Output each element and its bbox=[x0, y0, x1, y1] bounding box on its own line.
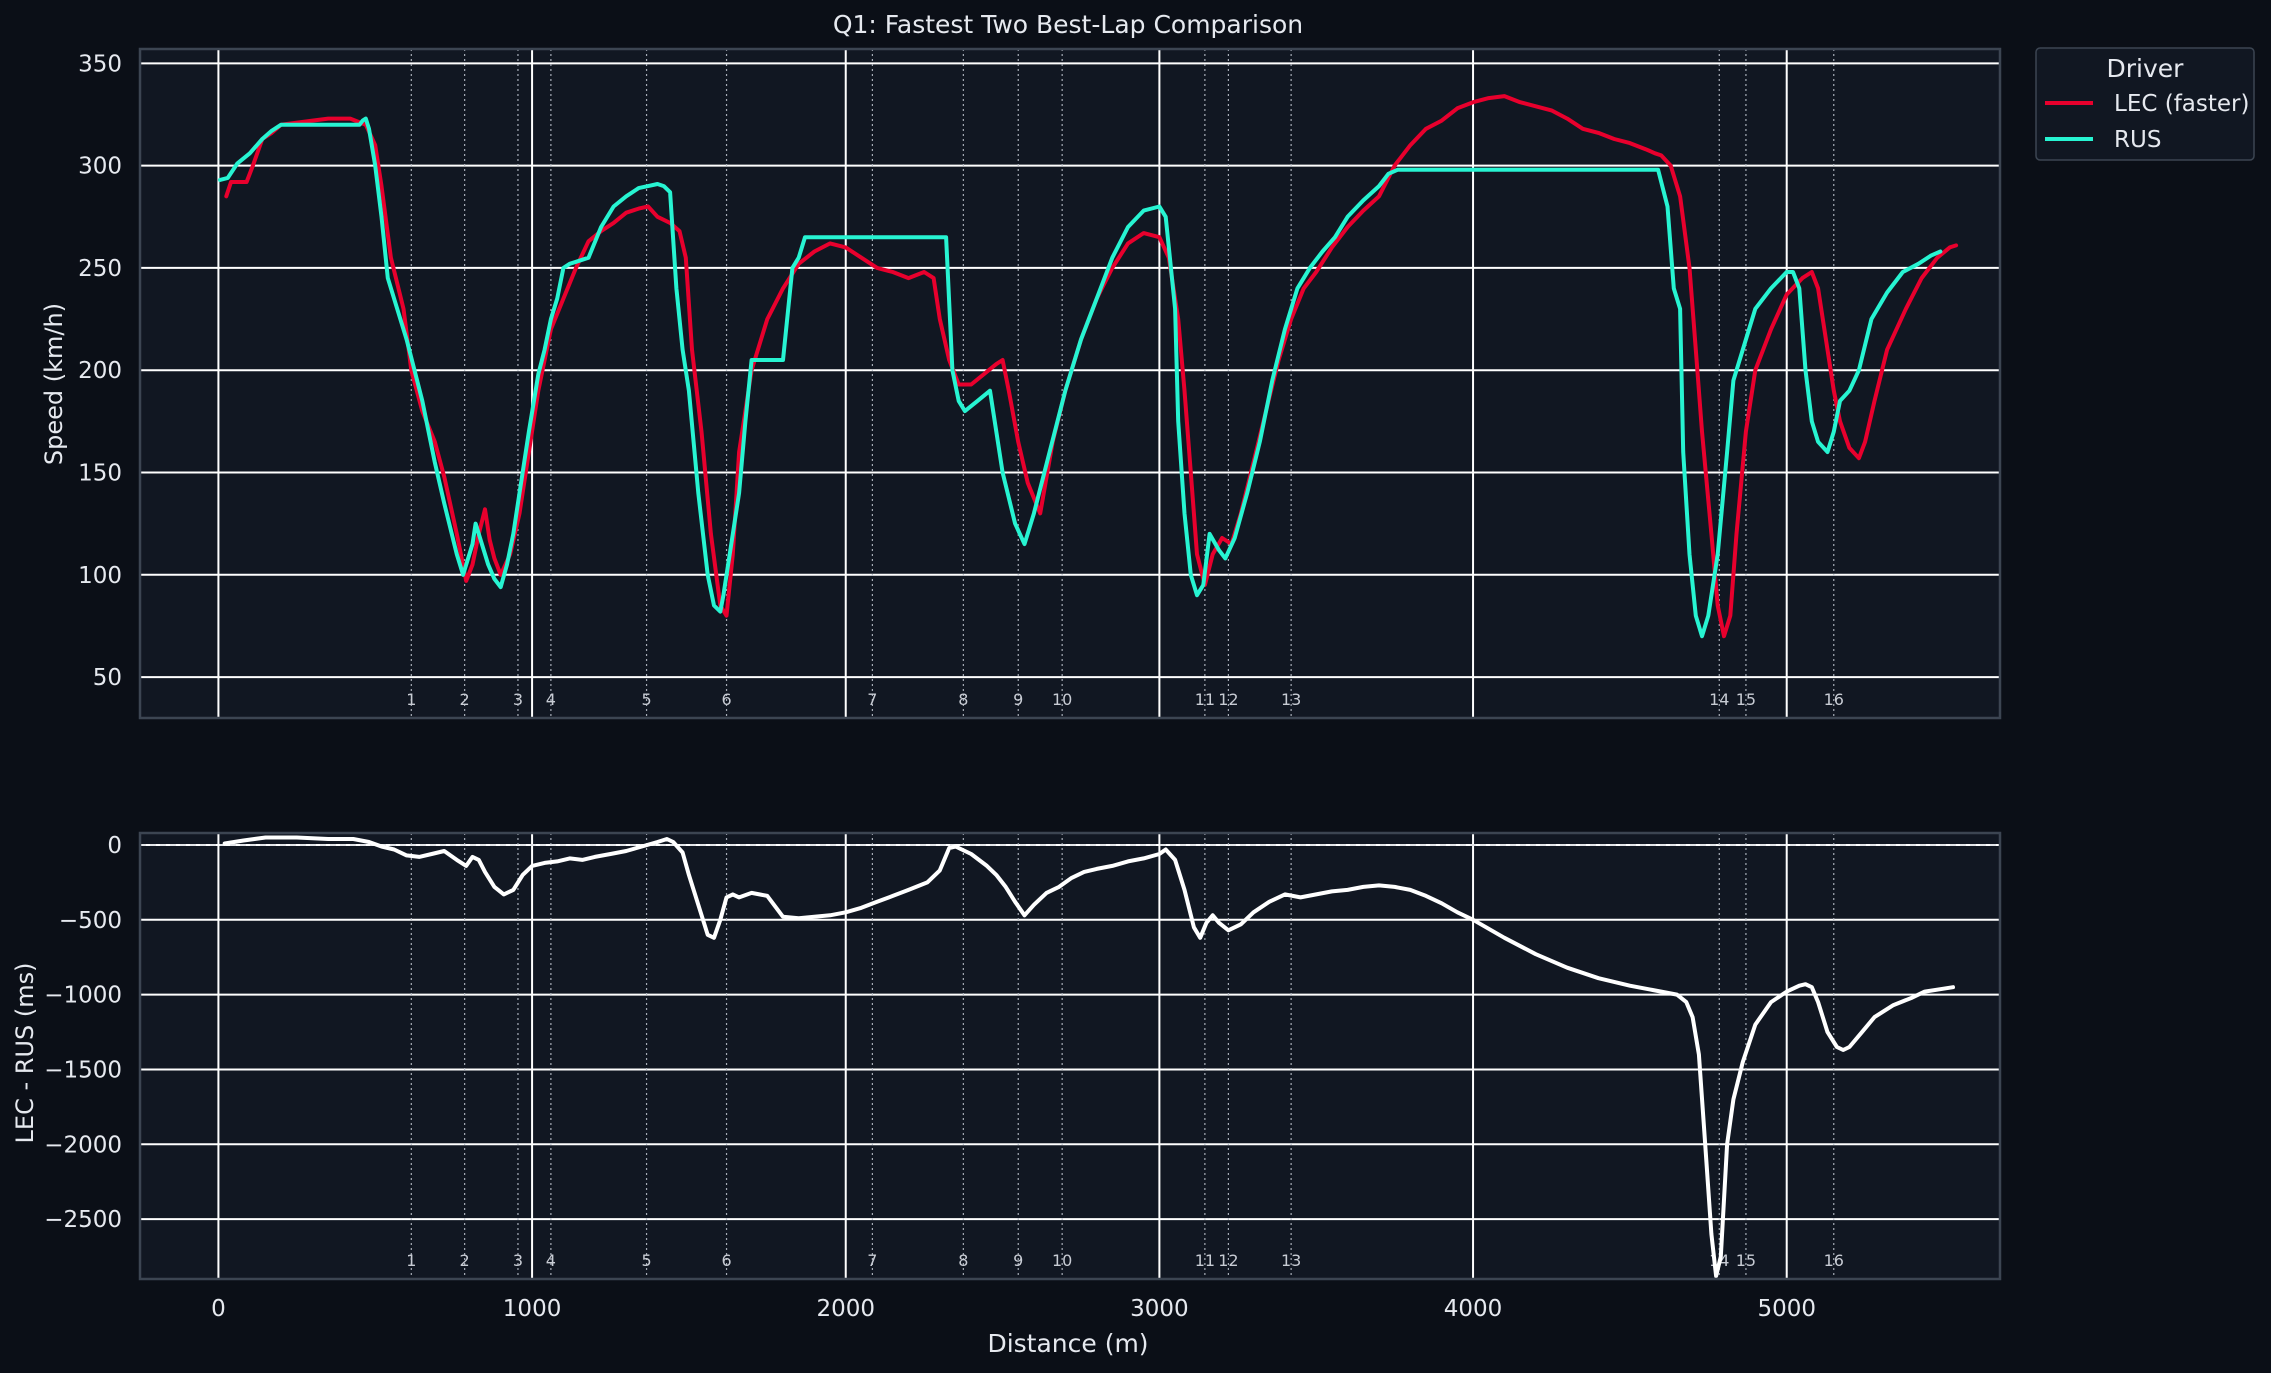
y-tick-label: −1000 bbox=[44, 983, 122, 1009]
y-tick-label: −500 bbox=[59, 908, 122, 934]
corner-marker-label: 6 bbox=[721, 1251, 731, 1270]
y-tick-label: 200 bbox=[78, 358, 122, 384]
corner-marker-label: 15 bbox=[1736, 1251, 1756, 1270]
corner-marker-label: 3 bbox=[513, 1251, 523, 1270]
y-tick-label: −2500 bbox=[44, 1207, 122, 1233]
x-tick-label: 0 bbox=[211, 1296, 226, 1322]
corner-marker-label: 10 bbox=[1052, 690, 1072, 709]
corner-marker-label: 13 bbox=[1281, 690, 1301, 709]
corner-marker-label: 4 bbox=[546, 1251, 556, 1270]
y-tick-label: 250 bbox=[78, 256, 122, 282]
corner-marker-label: 11 bbox=[1195, 1251, 1215, 1270]
figure: Q1: Fastest Two Best-Lap Comparison 5010… bbox=[0, 0, 2271, 1373]
corner-marker-label: 12 bbox=[1218, 1251, 1238, 1270]
corner-marker-label: 16 bbox=[1824, 690, 1844, 709]
x-tick-label: 1000 bbox=[503, 1296, 562, 1322]
speed-y-axis-label: Speed (km/h) bbox=[40, 303, 68, 465]
axes-background bbox=[140, 833, 2000, 1279]
x-axis-label: Distance (m) bbox=[987, 1329, 1148, 1358]
legend-label-lec: LEC (faster) bbox=[2114, 91, 2249, 117]
corner-marker-label: 8 bbox=[958, 690, 968, 709]
corner-marker-label: 7 bbox=[867, 1251, 877, 1270]
corner-marker-label: 10 bbox=[1052, 1251, 1072, 1270]
corner-marker-label: 7 bbox=[867, 690, 877, 709]
corner-marker-label: 5 bbox=[641, 690, 651, 709]
delta-y-axis-label: LEC - RUS (ms) bbox=[11, 963, 39, 1144]
y-tick-label: 100 bbox=[78, 563, 122, 589]
chart-title: Q1: Fastest Two Best-Lap Comparison bbox=[833, 10, 1303, 39]
corner-marker-label: 9 bbox=[1013, 690, 1023, 709]
corner-marker-label: 12 bbox=[1218, 690, 1238, 709]
corner-marker-label: 9 bbox=[1013, 1251, 1023, 1270]
y-tick-label: −1500 bbox=[44, 1057, 122, 1083]
corner-marker-label: 2 bbox=[460, 690, 470, 709]
corner-marker-label: 15 bbox=[1736, 690, 1756, 709]
x-tick-label: 5000 bbox=[1757, 1296, 1816, 1322]
corner-marker-label: 4 bbox=[546, 690, 556, 709]
y-tick-label: 50 bbox=[93, 665, 122, 691]
x-tick-label: 2000 bbox=[816, 1296, 875, 1322]
corner-marker-label: 11 bbox=[1195, 690, 1215, 709]
corner-marker-label: 14 bbox=[1709, 690, 1729, 709]
y-tick-label: 350 bbox=[78, 51, 122, 77]
corner-marker-label: 6 bbox=[721, 690, 731, 709]
corner-marker-label: 5 bbox=[641, 1251, 651, 1270]
corner-marker-label: 1 bbox=[406, 690, 416, 709]
y-tick-label: 300 bbox=[78, 154, 122, 180]
y-tick-label: −2000 bbox=[44, 1132, 122, 1158]
y-tick-label: 0 bbox=[107, 833, 122, 859]
delta-axes: 0 −500 −1000 −1500 −2000 −2500 0 1000 2000 3000 40… bbox=[44, 831, 2002, 1322]
legend-title: Driver bbox=[2107, 54, 2185, 83]
corner-marker-label: 2 bbox=[460, 1251, 470, 1270]
x-tick-label: 4000 bbox=[1444, 1296, 1503, 1322]
legend-label-rus: RUS bbox=[2114, 127, 2161, 153]
corner-marker-label: 3 bbox=[513, 690, 523, 709]
corner-marker-label: 1 bbox=[406, 1251, 416, 1270]
x-tick-label: 3000 bbox=[1130, 1296, 1189, 1322]
corner-marker-label: 8 bbox=[958, 1251, 968, 1270]
corner-marker-label: 16 bbox=[1824, 1251, 1844, 1270]
speed-axes: 501001502002503003501 2 3 4 5 6 7 8 9 10 11 12 13 14 1… bbox=[78, 47, 2002, 720]
corner-marker-label: 13 bbox=[1281, 1251, 1301, 1270]
y-tick-label: 150 bbox=[78, 460, 122, 486]
legend: Driver LEC (faster) RUS bbox=[2035, 47, 2255, 161]
